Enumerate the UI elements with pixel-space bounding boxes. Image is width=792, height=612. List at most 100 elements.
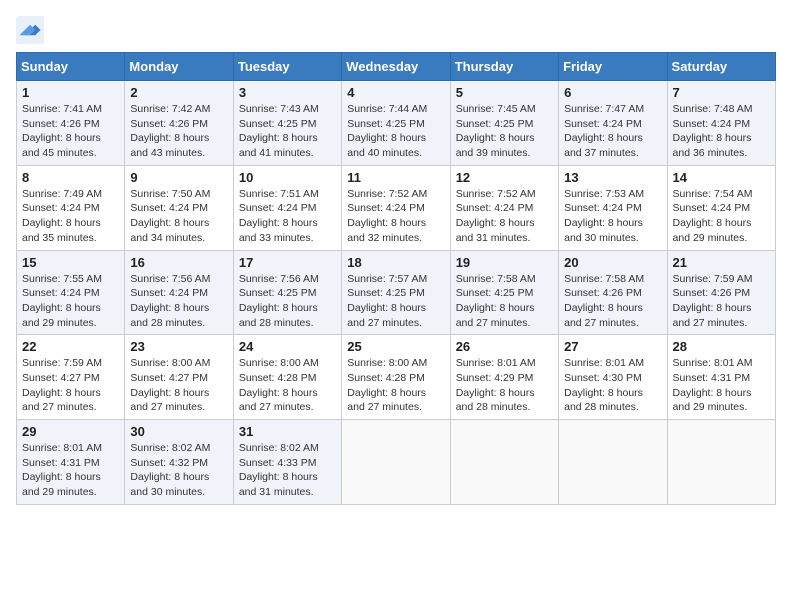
day-info: Sunrise: 7:56 AMSunset: 4:25 PMDaylight:… (239, 272, 336, 331)
day-number: 2 (130, 85, 227, 100)
calendar-cell: 10 Sunrise: 7:51 AMSunset: 4:24 PMDayligh… (233, 165, 341, 250)
day-info: Sunrise: 7:47 AMSunset: 4:24 PMDaylight:… (564, 102, 661, 161)
day-header-thursday: Thursday (450, 53, 558, 81)
calendar-cell: 17 Sunrise: 7:56 AMSunset: 4:25 PMDayligh… (233, 250, 341, 335)
day-info: Sunrise: 8:01 AMSunset: 4:30 PMDaylight:… (564, 356, 661, 415)
calendar-cell: 25 Sunrise: 8:00 AMSunset: 4:28 PMDayligh… (342, 335, 450, 420)
calendar-table: SundayMondayTuesdayWednesdayThursdayFrid… (16, 52, 776, 505)
calendar-cell: 12Sunrise: 7:52 AMSunset: 4:24 PMDayligh… (450, 165, 558, 250)
day-number: 10 (239, 170, 336, 185)
calendar-cell: 18Sunrise: 7:57 AMSunset: 4:25 PMDayligh… (342, 250, 450, 335)
calendar-cell: 19 Sunrise: 7:58 AMSunset: 4:25 PMDayligh… (450, 250, 558, 335)
calendar-cell: 20 Sunrise: 7:58 AMSunset: 4:26 PMDayligh… (559, 250, 667, 335)
day-number: 31 (239, 424, 336, 439)
calendar-cell: 3 Sunrise: 7:43 AMSunset: 4:25 PMDaylight… (233, 81, 341, 166)
calendar-cell (667, 420, 775, 505)
day-info: Sunrise: 7:58 AMSunset: 4:26 PMDaylight:… (564, 272, 661, 331)
calendar-week-row: 29 Sunrise: 8:01 AMSunset: 4:31 PMDayligh… (17, 420, 776, 505)
day-header-sunday: Sunday (17, 53, 125, 81)
calendar-cell (342, 420, 450, 505)
calendar-cell: 30 Sunrise: 8:02 AMSunset: 4:32 PMDayligh… (125, 420, 233, 505)
calendar-cell: 29 Sunrise: 8:01 AMSunset: 4:31 PMDayligh… (17, 420, 125, 505)
day-header-monday: Monday (125, 53, 233, 81)
day-number: 11 (347, 170, 444, 185)
calendar-cell: 13 Sunrise: 7:53 AMSunset: 4:24 PMDayligh… (559, 165, 667, 250)
day-info: Sunrise: 7:45 AMSunset: 4:25 PMDaylight:… (456, 102, 553, 161)
day-header-saturday: Saturday (667, 53, 775, 81)
day-info: Sunrise: 8:00 AMSunset: 4:28 PMDaylight:… (239, 356, 336, 415)
calendar-cell: 31 Sunrise: 8:02 AMSunset: 4:33 PMDayligh… (233, 420, 341, 505)
logo-icon (16, 16, 44, 44)
day-info: Sunrise: 7:55 AMSunset: 4:24 PMDaylight:… (22, 272, 119, 331)
calendar-cell: 14 Sunrise: 7:54 AMSunset: 4:24 PMDayligh… (667, 165, 775, 250)
calendar-cell: 9 Sunrise: 7:50 AMSunset: 4:24 PMDaylight… (125, 165, 233, 250)
day-number: 7 (673, 85, 770, 100)
day-number: 20 (564, 255, 661, 270)
day-number: 24 (239, 339, 336, 354)
day-number: 16 (130, 255, 227, 270)
day-number: 3 (239, 85, 336, 100)
calendar-cell: 11Sunrise: 7:52 AMSunset: 4:24 PMDayligh… (342, 165, 450, 250)
day-number: 14 (673, 170, 770, 185)
day-number: 25 (347, 339, 444, 354)
day-info: Sunrise: 7:50 AMSunset: 4:24 PMDaylight:… (130, 187, 227, 246)
day-number: 19 (456, 255, 553, 270)
day-info: Sunrise: 7:59 AMSunset: 4:27 PMDaylight:… (22, 356, 119, 415)
day-info: Sunrise: 7:44 AMSunset: 4:25 PMDaylight:… (347, 102, 444, 161)
day-number: 4 (347, 85, 444, 100)
calendar-cell: 23 Sunrise: 8:00 AMSunset: 4:27 PMDayligh… (125, 335, 233, 420)
day-info: Sunrise: 8:02 AMSunset: 4:32 PMDaylight:… (130, 441, 227, 500)
day-number: 22 (22, 339, 119, 354)
calendar-cell: 2 Sunrise: 7:42 AMSunset: 4:26 PMDaylight… (125, 81, 233, 166)
calendar-cell: 28 Sunrise: 8:01 AMSunset: 4:31 PMDayligh… (667, 335, 775, 420)
day-info: Sunrise: 7:56 AMSunset: 4:24 PMDaylight:… (130, 272, 227, 331)
calendar-cell: 24 Sunrise: 8:00 AMSunset: 4:28 PMDayligh… (233, 335, 341, 420)
day-number: 9 (130, 170, 227, 185)
calendar-cell: 4 Sunrise: 7:44 AMSunset: 4:25 PMDaylight… (342, 81, 450, 166)
day-number: 27 (564, 339, 661, 354)
day-info: Sunrise: 8:01 AMSunset: 4:31 PMDaylight:… (673, 356, 770, 415)
calendar-cell: 15 Sunrise: 7:55 AMSunset: 4:24 PMDayligh… (17, 250, 125, 335)
day-number: 26 (456, 339, 553, 354)
day-info: Sunrise: 7:48 AMSunset: 4:24 PMDaylight:… (673, 102, 770, 161)
calendar-cell: 6Sunrise: 7:47 AMSunset: 4:24 PMDaylight… (559, 81, 667, 166)
day-number: 30 (130, 424, 227, 439)
day-info: Sunrise: 8:00 AMSunset: 4:27 PMDaylight:… (130, 356, 227, 415)
day-number: 17 (239, 255, 336, 270)
calendar-cell: 22 Sunrise: 7:59 AMSunset: 4:27 PMDayligh… (17, 335, 125, 420)
day-number: 23 (130, 339, 227, 354)
day-header-tuesday: Tuesday (233, 53, 341, 81)
day-number: 8 (22, 170, 119, 185)
calendar-cell (450, 420, 558, 505)
day-info: Sunrise: 7:42 AMSunset: 4:26 PMDaylight:… (130, 102, 227, 161)
day-info: Sunrise: 8:02 AMSunset: 4:33 PMDaylight:… (239, 441, 336, 500)
day-info: Sunrise: 7:53 AMSunset: 4:24 PMDaylight:… (564, 187, 661, 246)
day-info: Sunrise: 7:51 AMSunset: 4:24 PMDaylight:… (239, 187, 336, 246)
day-number: 5 (456, 85, 553, 100)
day-info: Sunrise: 7:59 AMSunset: 4:26 PMDaylight:… (673, 272, 770, 331)
calendar-week-row: 8 Sunrise: 7:49 AMSunset: 4:24 PMDaylight… (17, 165, 776, 250)
day-info: Sunrise: 7:54 AMSunset: 4:24 PMDaylight:… (673, 187, 770, 246)
calendar-week-row: 1 Sunrise: 7:41 AMSunset: 4:26 PMDaylight… (17, 81, 776, 166)
day-number: 13 (564, 170, 661, 185)
day-info: Sunrise: 8:01 AMSunset: 4:29 PMDaylight:… (456, 356, 553, 415)
day-number: 1 (22, 85, 119, 100)
day-info: Sunrise: 7:41 AMSunset: 4:26 PMDaylight:… (22, 102, 119, 161)
day-info: Sunrise: 8:00 AMSunset: 4:28 PMDaylight:… (347, 356, 444, 415)
day-header-friday: Friday (559, 53, 667, 81)
calendar-cell: 7 Sunrise: 7:48 AMSunset: 4:24 PMDaylight… (667, 81, 775, 166)
day-info: Sunrise: 7:43 AMSunset: 4:25 PMDaylight:… (239, 102, 336, 161)
logo (16, 16, 48, 44)
day-info: Sunrise: 7:49 AMSunset: 4:24 PMDaylight:… (22, 187, 119, 246)
day-info: Sunrise: 8:01 AMSunset: 4:31 PMDaylight:… (22, 441, 119, 500)
day-number: 28 (673, 339, 770, 354)
day-number: 21 (673, 255, 770, 270)
calendar-week-row: 22 Sunrise: 7:59 AMSunset: 4:27 PMDayligh… (17, 335, 776, 420)
day-number: 29 (22, 424, 119, 439)
day-number: 15 (22, 255, 119, 270)
day-number: 18 (347, 255, 444, 270)
calendar-cell (559, 420, 667, 505)
day-info: Sunrise: 7:58 AMSunset: 4:25 PMDaylight:… (456, 272, 553, 331)
day-info: Sunrise: 7:52 AMSunset: 4:24 PMDaylight:… (456, 187, 553, 246)
calendar-header-row: SundayMondayTuesdayWednesdayThursdayFrid… (17, 53, 776, 81)
